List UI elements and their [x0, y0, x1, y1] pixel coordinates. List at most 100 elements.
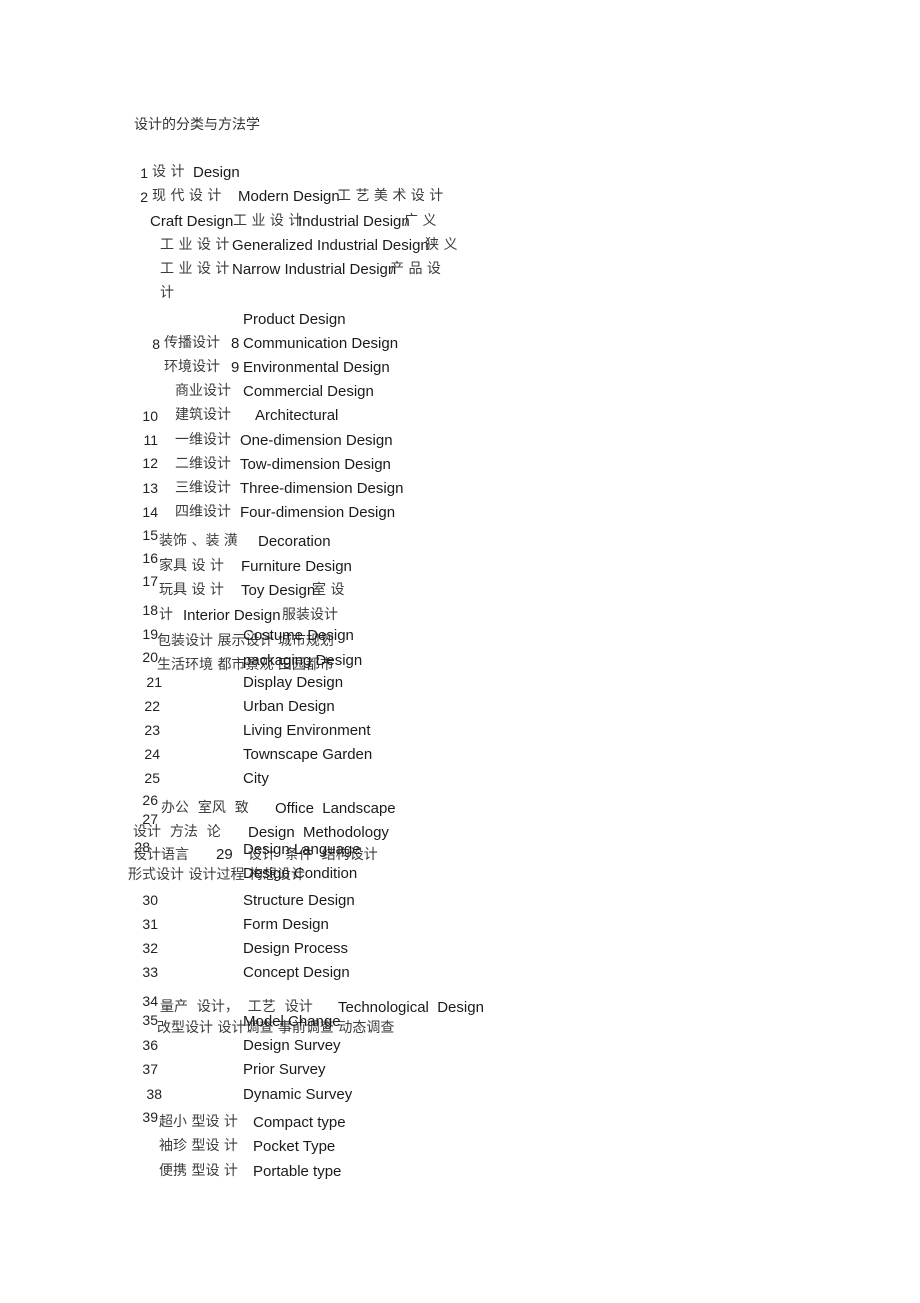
line-cn-text: 设计语言	[133, 847, 189, 863]
line-en-text: Craft Design	[150, 213, 234, 230]
line-cn-text: 设计 方法 论	[133, 824, 221, 840]
overlapping-en-text: Costume Design	[243, 627, 354, 644]
line-cn-text: 工 业 设 计	[160, 261, 230, 277]
line-en-text: Three-dimension Design	[240, 480, 404, 497]
line-cn-text: 传播设计	[164, 335, 220, 351]
line-number: 8	[152, 336, 160, 352]
line-cn-text: 建筑设计	[175, 407, 231, 423]
line-number: 18	[142, 602, 158, 618]
line-number: 34	[142, 993, 158, 1009]
line-en-text: Compact type	[253, 1114, 346, 1131]
line-en-text: Structure Design	[243, 892, 355, 909]
line-en-text: Concept Design	[243, 964, 350, 981]
line-number: 20	[142, 649, 158, 665]
line-en-text: Generalized Industrial Design	[232, 237, 429, 254]
line-cn-text: 玩具 设 计	[159, 582, 224, 598]
line-en-text: Townscape Garden	[243, 746, 373, 763]
line-number: 21	[146, 674, 162, 690]
line-en-text: City	[243, 770, 269, 787]
line-marker: 9	[231, 359, 240, 376]
line-en-text: Interior Design	[183, 607, 281, 624]
overlapping-en-text: Model Change	[243, 1013, 341, 1030]
line-en-text: Modern Design	[238, 188, 340, 205]
line-en-text: Living Environment	[243, 722, 371, 739]
line-cn-text: 计	[160, 285, 174, 301]
line-number: 32	[142, 940, 158, 956]
line-cn-text: 量产 设计， 工艺 设计	[160, 999, 313, 1015]
line-number: 38	[146, 1086, 162, 1102]
line-number: 39	[142, 1109, 158, 1125]
line-cn-text: 二维设计	[175, 456, 231, 472]
line-cn-text: 袖珍 型设 计	[159, 1138, 238, 1154]
line-number: 13	[142, 480, 158, 496]
line-number: 10	[142, 408, 158, 424]
line-en-text: Communication Design	[243, 335, 399, 352]
line-en-text: Architectural	[255, 407, 339, 424]
line-en-text: Prior Survey	[243, 1061, 326, 1078]
line-en-text: Dynamic Survey	[243, 1086, 353, 1103]
line-number: 23	[144, 722, 160, 738]
line-marker: 8	[231, 335, 240, 352]
line-en-text: Environmental Design	[243, 359, 390, 376]
line-en-text: Office Landscape	[275, 800, 396, 817]
line-en-text: Urban Design	[243, 698, 335, 715]
line-en-text-2: Industrial Design	[298, 213, 410, 230]
line-number: 16	[142, 550, 158, 566]
line-en-text: Design	[193, 164, 240, 181]
line-cn-text: 便携 型设 计	[159, 1163, 238, 1179]
line-en-text: One-dimension Design	[240, 432, 393, 449]
line-cn-text: 装饰 、装 潢	[159, 533, 238, 549]
line-en-text: Design Process	[243, 940, 349, 957]
line-en-text: Tow-dimension Design	[240, 456, 391, 473]
line-cn-text: 超小 型设 计	[159, 1114, 238, 1130]
line-number: 11	[143, 432, 158, 448]
line-en-text: Toy Design	[241, 582, 316, 599]
line-cn-text: 工 业 设 计	[160, 237, 230, 253]
line-en-text: Commercial Design	[243, 383, 374, 400]
line-cn-text: 设 计	[152, 164, 185, 180]
line-cn-text: 四维设计	[175, 504, 231, 520]
line-number: 22	[144, 698, 160, 714]
line-cn-text: 一维设计	[175, 432, 231, 448]
line-number: 14	[142, 504, 158, 520]
line-cn-text: 商业设计	[175, 383, 231, 399]
line-cn-text: 工 业 设 计	[233, 213, 303, 229]
line-cn-text-2: 室 设	[312, 582, 345, 598]
document-page: 设计的分类与方法学 1 设 计 Design 2 现 代 设 计 Modern …	[0, 0, 920, 1303]
line-number: 33	[142, 964, 158, 980]
line-number: 15	[142, 527, 158, 543]
line-cn-text-2: 产 品 设	[390, 261, 441, 277]
line-number: 36	[142, 1037, 158, 1053]
line-en-text: Design Methodology	[248, 824, 389, 841]
line-en-text: Furniture Design	[241, 558, 352, 575]
line-number: 30	[142, 892, 158, 908]
overlapping-en-text: Design Condition	[243, 865, 358, 882]
line-number: 35	[142, 1012, 158, 1028]
line-number: 19	[142, 626, 158, 642]
line-number: 24	[144, 746, 160, 762]
line-number: 12	[142, 455, 158, 471]
line-number: 37	[142, 1061, 158, 1077]
line-cn-text-2: 工 艺 美 术 设 计	[337, 188, 444, 204]
overlapping-en-text: packaging Design	[243, 652, 363, 669]
line-en-text: Portable type	[253, 1163, 342, 1180]
line-number: 17	[142, 573, 158, 589]
line-number: 31	[142, 916, 158, 932]
line-cn-text-2: 广 义	[404, 213, 437, 229]
overlapping-en-text: Design Language	[243, 841, 361, 858]
line-en-text: Form Design	[243, 916, 329, 933]
line-marker: 29	[216, 846, 233, 863]
line-en-text: Narrow Industrial Design	[232, 261, 397, 278]
line-en-text: Product Design	[243, 311, 346, 328]
line-cn-text: 环境设计	[164, 359, 220, 375]
page-title: 设计的分类与方法学	[134, 117, 260, 133]
line-en-text: Design Survey	[243, 1037, 341, 1054]
line-cn-text-2: 服装设计	[282, 607, 338, 623]
line-cn-text: 三维设计	[175, 480, 231, 496]
line-cn-text: 计	[159, 607, 173, 623]
line-en-text: Technological Design	[338, 999, 484, 1016]
line-en-text: Decoration	[258, 533, 331, 550]
line-number: 2	[140, 189, 148, 205]
line-en-text: Pocket Type	[253, 1138, 336, 1155]
line-en-text: Four-dimension Design	[240, 504, 396, 521]
